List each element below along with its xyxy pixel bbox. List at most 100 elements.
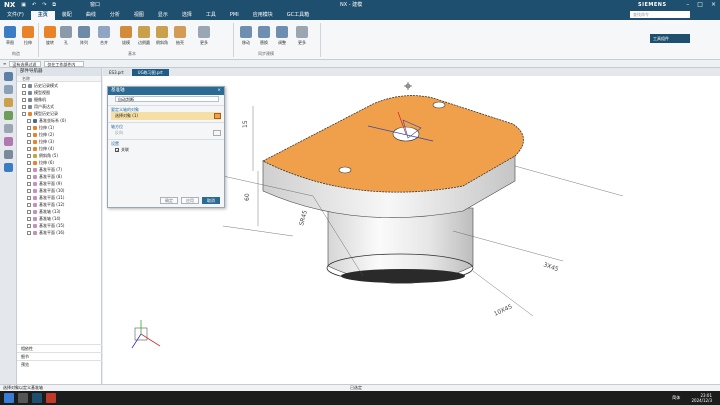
ribbon-button[interactable]: 更多 bbox=[296, 26, 308, 46]
ribbon-button[interactable]: 草图 bbox=[4, 26, 16, 46]
section-objects[interactable]: 要定义轴的对象 bbox=[108, 105, 224, 112]
menu-item[interactable]: PMI bbox=[223, 11, 246, 20]
constraint-navigator-icon[interactable] bbox=[4, 98, 13, 107]
tree-row[interactable]: 基准平面 (16) bbox=[17, 229, 101, 236]
menu-item[interactable]: 工具 bbox=[199, 11, 223, 20]
document-tab[interactable]: UG练习图.prt bbox=[131, 69, 169, 76]
tree-row[interactable]: 基准平面 (9) bbox=[17, 180, 101, 187]
menu-item[interactable]: 应用模块 bbox=[246, 11, 280, 20]
tree-row[interactable]: 基准平面 (12) bbox=[17, 201, 101, 208]
type-dropdown[interactable]: 自动判断 bbox=[115, 96, 219, 102]
visibility-checkbox[interactable] bbox=[22, 83, 26, 88]
visibility-checkbox[interactable] bbox=[22, 90, 26, 95]
ribbon-button[interactable]: 抽壳 bbox=[174, 26, 186, 46]
visibility-checkbox[interactable] bbox=[27, 195, 31, 200]
visibility-checkbox[interactable] bbox=[27, 223, 31, 228]
apply-button[interactable]: 应用 bbox=[181, 197, 199, 204]
tree-row[interactable]: 基准坐标系 (0) bbox=[17, 117, 101, 124]
select-object-icon[interactable] bbox=[214, 113, 221, 119]
ribbon-button[interactable]: 合并 bbox=[98, 26, 110, 46]
tree-row[interactable]: 基准平面 (8) bbox=[17, 173, 101, 180]
ribbon-button[interactable]: 倒斜角 bbox=[156, 26, 168, 46]
navigator-footer-panel[interactable]: 预览 bbox=[17, 360, 102, 368]
visibility-checkbox[interactable] bbox=[27, 188, 31, 193]
visibility-checkbox[interactable] bbox=[22, 111, 26, 116]
tree-row[interactable]: 用户表达式 bbox=[17, 103, 101, 110]
ribbon-button[interactable]: 边倒圆 bbox=[138, 26, 150, 46]
reverse-direction-icon[interactable] bbox=[213, 130, 221, 136]
part-navigator-icon[interactable] bbox=[4, 72, 13, 81]
tree-row[interactable]: 拉伸 (6) bbox=[17, 159, 101, 166]
visibility-checkbox[interactable] bbox=[27, 167, 31, 172]
maximize-icon[interactable]: □ bbox=[697, 1, 703, 8]
menu-icon[interactable]: ≡ bbox=[3, 61, 6, 66]
close-icon[interactable]: × bbox=[711, 1, 716, 8]
visibility-checkbox[interactable] bbox=[27, 174, 31, 179]
dialog-close-icon[interactable]: × bbox=[217, 87, 224, 95]
web-browser-icon[interactable] bbox=[4, 150, 13, 159]
menu-item[interactable]: 曲线 bbox=[79, 11, 103, 20]
minimize-icon[interactable]: – bbox=[686, 1, 689, 8]
ribbon-button[interactable]: 拉伸 bbox=[22, 26, 34, 46]
visibility-checkbox[interactable] bbox=[27, 118, 31, 123]
visibility-checkbox[interactable] bbox=[27, 132, 31, 137]
ribbon-button[interactable]: 更多 bbox=[198, 26, 210, 46]
visibility-checkbox[interactable] bbox=[22, 104, 26, 109]
wps-app-icon[interactable] bbox=[46, 393, 56, 403]
visibility-checkbox[interactable] bbox=[27, 125, 31, 130]
ok-button[interactable]: 确定 bbox=[160, 197, 178, 204]
redo-icon[interactable]: ↷ bbox=[42, 2, 46, 8]
window-menu[interactable]: 窗口 bbox=[90, 1, 100, 8]
ribbon-button[interactable]: 调整 bbox=[276, 26, 288, 46]
select-objects-row[interactable]: 选择对象 (1) bbox=[111, 112, 221, 120]
associative-checkbox[interactable]: ✓ bbox=[115, 148, 119, 153]
cancel-button[interactable]: 取消 bbox=[202, 197, 220, 204]
visibility-checkbox[interactable] bbox=[27, 146, 31, 151]
visibility-checkbox[interactable] bbox=[27, 216, 31, 221]
tree-row[interactable]: 拉伸 (2) bbox=[17, 131, 101, 138]
menu-item[interactable]: 视图 bbox=[127, 11, 151, 20]
tree-row[interactable]: 基准平面 (7) bbox=[17, 166, 101, 173]
visibility-checkbox[interactable] bbox=[27, 160, 31, 165]
tree-row[interactable]: 基准平面 (10) bbox=[17, 187, 101, 194]
visibility-checkbox[interactable] bbox=[27, 153, 31, 158]
reuse-library-icon[interactable] bbox=[4, 111, 13, 120]
tree-row[interactable]: 基准轴 (14) bbox=[17, 215, 101, 222]
nx-app-icon[interactable] bbox=[32, 393, 42, 403]
ribbon-button[interactable]: 拔模 bbox=[120, 26, 132, 46]
visibility-checkbox[interactable] bbox=[27, 209, 31, 214]
section-axis[interactable]: 轴方位 bbox=[108, 122, 224, 129]
tree-row[interactable]: 基准轴 (13) bbox=[17, 208, 101, 215]
visibility-checkbox[interactable] bbox=[27, 181, 31, 186]
navigator-footer-panel[interactable]: 相依性 bbox=[17, 344, 102, 352]
search-icon[interactable] bbox=[18, 393, 28, 403]
tree-row[interactable]: 基准平面 (11) bbox=[17, 194, 101, 201]
tree-row[interactable]: 模型视图 bbox=[17, 89, 101, 96]
system-materials-icon[interactable] bbox=[4, 163, 13, 172]
ribbon-button[interactable]: 替换 bbox=[258, 26, 270, 46]
menu-item[interactable]: 装配 bbox=[55, 11, 79, 20]
menu-item[interactable]: 分析 bbox=[103, 11, 127, 20]
ribbon-button[interactable]: 孔 bbox=[60, 26, 72, 46]
roles-icon[interactable] bbox=[4, 137, 13, 146]
scope-dropdown[interactable]: 仅在工作部件内 bbox=[44, 60, 85, 67]
history-icon[interactable] bbox=[4, 124, 13, 133]
visibility-checkbox[interactable] bbox=[27, 202, 31, 207]
save-icon[interactable]: ▣ bbox=[21, 2, 26, 8]
tree-row[interactable]: 拉伸 (4) bbox=[17, 145, 101, 152]
clock-date[interactable]: 2024/12/3 bbox=[691, 398, 712, 403]
tree-row[interactable]: 基准平面 (15) bbox=[17, 222, 101, 229]
tree-row[interactable]: 摄像机 bbox=[17, 96, 101, 103]
section-settings[interactable]: 设置 bbox=[108, 139, 224, 146]
associative-row[interactable]: ✓ 关联 bbox=[111, 146, 221, 154]
menu-item[interactable]: 主页 bbox=[30, 11, 55, 20]
tool-component-button[interactable]: 工具组件 bbox=[650, 34, 690, 43]
copy-icon[interactable]: ⧉ bbox=[52, 2, 56, 8]
assembly-navigator-icon[interactable] bbox=[4, 85, 13, 94]
ime-indicator[interactable]: 简体 bbox=[672, 395, 680, 400]
navigator-footer-panel[interactable]: 细节 bbox=[17, 352, 102, 360]
menu-item[interactable]: 文件(F) bbox=[0, 11, 31, 20]
tree-row[interactable]: 倒斜角 (5) bbox=[17, 152, 101, 159]
ribbon-button[interactable]: 移动 bbox=[240, 26, 252, 46]
visibility-checkbox[interactable] bbox=[27, 230, 31, 235]
